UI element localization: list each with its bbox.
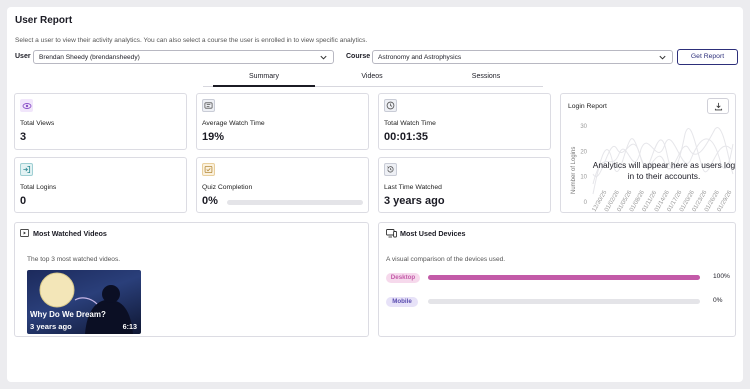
- stat-card-total-logins: Total Logins 0: [14, 157, 187, 213]
- device-badge-mobile: Mobile: [386, 297, 418, 307]
- course-select-value: Astronomy and Astrophysics: [378, 54, 462, 61]
- login-chart-ylabel: Number of Logins: [571, 147, 577, 194]
- tab-videos[interactable]: Videos: [322, 73, 422, 80]
- stat-label: Quiz Completion: [202, 184, 253, 191]
- devices-card: Most Used Devices A visual comparison of…: [378, 222, 736, 337]
- tab-sessions[interactable]: Sessions: [436, 73, 536, 80]
- login-chart-ytick: 20: [580, 149, 587, 155]
- course-label: Course: [346, 53, 371, 60]
- stat-value: 00:01:35: [384, 131, 429, 143]
- stat-label: Total Views: [20, 120, 55, 127]
- login-empty-message: Analytics will appear here as users log …: [592, 160, 736, 181]
- page-title: User Report: [15, 15, 73, 26]
- video-card[interactable]: Why Do We Dream? 3 years ago 6:13: [27, 270, 141, 334]
- chevron-down-icon: [320, 55, 327, 60]
- video-icon: [202, 99, 215, 112]
- login-chart-ytick: 0: [584, 200, 588, 206]
- stat-card-quiz-completion: Quiz Completion 0%: [196, 157, 369, 213]
- quiz-progress-bar: [227, 200, 363, 205]
- login-chart-xticks: 12/30/2501/02/2601/05/2601/08/2601/11/26…: [592, 189, 734, 212]
- stat-value: 0: [20, 195, 27, 207]
- most-watched-card: Most Watched Videos The top 3 most watch…: [14, 222, 369, 337]
- most-watched-title: Most Watched Videos: [33, 229, 107, 238]
- device-percent-mobile: 0%: [713, 297, 723, 304]
- video-age: 3 years ago: [30, 322, 72, 331]
- get-report-button[interactable]: Get Report: [677, 49, 738, 65]
- stat-card-last-time-watched: Last Time Watched 3 years ago: [378, 157, 551, 213]
- device-bar-desktop: [428, 275, 700, 280]
- login-chart-ytick: 10: [580, 175, 587, 181]
- stat-card-average-watch-time: Average Watch Time 19%: [196, 93, 369, 150]
- stat-label: Total Watch Time: [384, 120, 436, 127]
- login-chart-yticks: 30 20 10 0: [580, 124, 587, 206]
- user-label: User: [15, 53, 31, 60]
- login-chart: Number of Logins 30 20 10 0 12/30/2501/02/2…: [571, 124, 734, 212]
- user-select[interactable]: Brendan Sheedy (brendansheedy): [33, 50, 334, 64]
- device-percent-desktop: 100%: [713, 273, 730, 280]
- stat-value: 3: [20, 131, 27, 143]
- stat-card-total-watch-time: Total Watch Time 00:01:35: [378, 93, 551, 150]
- stat-label: Last Time Watched: [384, 184, 442, 191]
- quiz-icon: [202, 163, 215, 176]
- login-icon: [20, 163, 33, 176]
- login-chart-ytick: 30: [580, 124, 587, 130]
- stat-value: 0%: [202, 195, 218, 207]
- stat-value: 3 years ago: [384, 195, 445, 207]
- chevron-down-icon: [659, 55, 666, 60]
- devices-icon: [386, 229, 397, 238]
- stat-label: Total Logins: [20, 184, 57, 191]
- video-icon: [20, 229, 29, 237]
- most-watched-subtitle: The top 3 most watched videos.: [27, 256, 121, 263]
- page-subtitle: Select a user to view their activity ana…: [15, 37, 368, 44]
- device-bar-fill-desktop: [428, 275, 700, 280]
- login-report-card: Login Report Number of Logins 30 20 10 0 12…: [560, 93, 736, 213]
- stat-label: Average Watch Time: [202, 120, 265, 127]
- device-badge-desktop: Desktop: [386, 273, 420, 283]
- history-icon: [384, 163, 397, 176]
- video-title: Why Do We Dream?: [30, 310, 106, 319]
- device-bar-mobile: [428, 299, 700, 304]
- video-duration: 6:13: [122, 322, 137, 331]
- eye-icon: [20, 99, 33, 112]
- devices-title: Most Used Devices: [400, 229, 466, 238]
- tab-summary[interactable]: Summary: [213, 73, 315, 87]
- report-tabs: Summary Videos Sessions: [203, 71, 543, 87]
- stat-value: 19%: [202, 131, 225, 143]
- devices-subtitle: A visual comparison of the devices used.: [386, 256, 506, 263]
- course-select[interactable]: Astronomy and Astrophysics: [372, 50, 673, 64]
- stat-card-total-views: Total Views 3: [14, 93, 187, 150]
- user-select-value: Brendan Sheedy (brendansheedy): [39, 54, 140, 61]
- report-page: User Report Select a user to view their …: [7, 7, 743, 382]
- clock-icon: [384, 99, 397, 112]
